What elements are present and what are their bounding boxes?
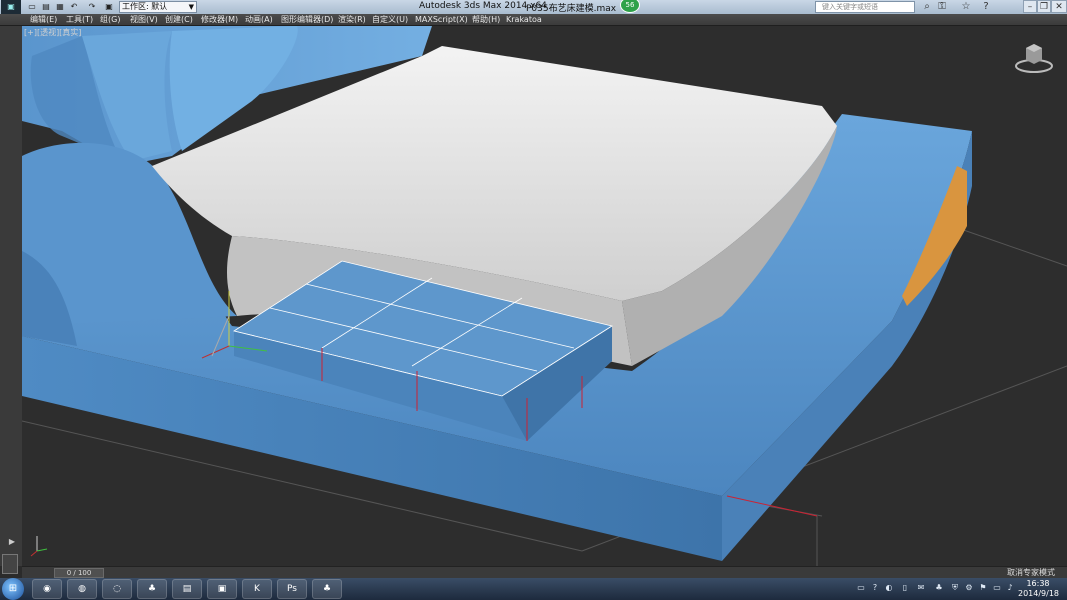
- workspace-value: 工作区: 默认: [122, 2, 168, 11]
- menu-animation[interactable]: 动画(A): [245, 14, 273, 25]
- shield-icon[interactable]: ⛨: [950, 583, 960, 593]
- menu-krakatoa[interactable]: Krakatoa: [506, 14, 542, 25]
- new-file-icon[interactable]: ▭: [27, 2, 37, 12]
- help-tray-icon[interactable]: ?: [870, 583, 880, 593]
- viewport-scene: [22, 26, 1067, 566]
- mini-listener[interactable]: [2, 554, 18, 574]
- world-axis-icon: [30, 536, 48, 557]
- qq-icon-2[interactable]: ♣: [312, 579, 342, 599]
- menu-group[interactable]: 组(G): [100, 14, 120, 25]
- save-file-icon[interactable]: ▦: [55, 2, 65, 12]
- qq-tray-icon[interactable]: ♣: [934, 583, 944, 593]
- time-slider[interactable]: 0 / 100: [54, 568, 104, 578]
- viewcube-icon: [1015, 44, 1053, 73]
- menu-maxscript[interactable]: MAXScript(X): [415, 14, 468, 25]
- key-icon[interactable]: ⚿: [936, 1, 948, 13]
- menu-edit[interactable]: 编辑(E): [30, 14, 57, 25]
- binoculars-icon[interactable]: ⌕: [921, 1, 933, 13]
- notification-badge[interactable]: 56: [620, 0, 640, 13]
- k-icon[interactable]: K: [242, 579, 272, 599]
- menu-help[interactable]: 帮助(H): [472, 14, 500, 25]
- flag-icon[interactable]: ⚑: [978, 583, 988, 593]
- volume-icon[interactable]: ♪: [1005, 583, 1015, 593]
- title-bar: ▣ ▭ ▤ ▦ ↶ ↷ ▣ 工作区: 默认 ▼ Autodesk 3ds Max…: [0, 0, 1067, 14]
- viewport-label[interactable]: [+][透视][真实]: [24, 27, 81, 38]
- left-panel: ▶: [0, 26, 23, 574]
- menu-create[interactable]: 创建(C): [165, 14, 193, 25]
- keyboard-icon[interactable]: ▭: [856, 583, 866, 593]
- workspace-select[interactable]: 工作区: 默认 ▼: [119, 1, 197, 13]
- chat-icon[interactable]: ✉: [916, 583, 926, 593]
- browser-icon[interactable]: ◉: [32, 579, 62, 599]
- settings-icon[interactable]: ⚙: [964, 583, 974, 593]
- clock-time: 16:38: [1026, 579, 1050, 588]
- search-input[interactable]: 键入关键字或短语: [815, 1, 915, 13]
- clock-date: 2014/9/18: [1018, 589, 1060, 598]
- undo-icon[interactable]: ↶: [69, 2, 79, 12]
- battery-icon[interactable]: ▯: [900, 583, 910, 593]
- menu-rendering[interactable]: 渲染(R): [338, 14, 366, 25]
- monitor-icon[interactable]: ▭: [992, 583, 1002, 593]
- system-clock[interactable]: 16:38 2014/9/18: [1018, 579, 1060, 599]
- menu-tools[interactable]: 工具(T): [66, 14, 93, 25]
- open-file-icon[interactable]: ▤: [41, 2, 51, 12]
- file-title: P035布艺床建模.max: [526, 4, 617, 14]
- explorer-icon[interactable]: ▤: [172, 579, 202, 599]
- menu-customize[interactable]: 自定义(U): [372, 14, 408, 25]
- menu-bar: 编辑(E) 工具(T) 组(G) 视图(V) 创建(C) 修改器(M) 动画(A…: [0, 14, 1067, 26]
- app-menu-button[interactable]: ▣: [1, 0, 21, 14]
- star-icon[interactable]: ☆: [960, 1, 972, 13]
- taskbar: ⊞ ◉ ◍ ◌ ♣ ▤ ▣ K Ps ♣ ▭ ? ◐ ▯ ✉ ♣ ⛨ ⚙ ⚑ ▭…: [0, 578, 1067, 600]
- network-icon[interactable]: ◐: [884, 583, 894, 593]
- perspective-viewport[interactable]: [+][透视][真实]: [22, 26, 1067, 566]
- chevron-down-icon: ▼: [188, 3, 194, 11]
- photoshop-icon[interactable]: Ps: [277, 579, 307, 599]
- menu-graph-editors[interactable]: 图形编辑器(D): [281, 14, 333, 25]
- 360-icon[interactable]: ◌: [102, 579, 132, 599]
- minimize-button[interactable]: –: [1023, 0, 1037, 13]
- start-button[interactable]: ⊞: [2, 578, 24, 600]
- help-icon[interactable]: ?: [980, 1, 992, 13]
- menu-modifiers[interactable]: 修改器(M): [201, 14, 238, 25]
- close-button[interactable]: ✕: [1051, 0, 1067, 13]
- project-folder-icon[interactable]: ▣: [104, 2, 114, 12]
- menu-views[interactable]: 视图(V): [130, 14, 158, 25]
- redo-icon[interactable]: ↷: [87, 2, 97, 12]
- chrome-icon[interactable]: ◍: [67, 579, 97, 599]
- 3dsmax-icon[interactable]: ▣: [207, 579, 237, 599]
- restore-button[interactable]: ❐: [1037, 0, 1051, 13]
- play-icon[interactable]: ▶: [6, 536, 18, 548]
- qq-icon[interactable]: ♣: [137, 579, 167, 599]
